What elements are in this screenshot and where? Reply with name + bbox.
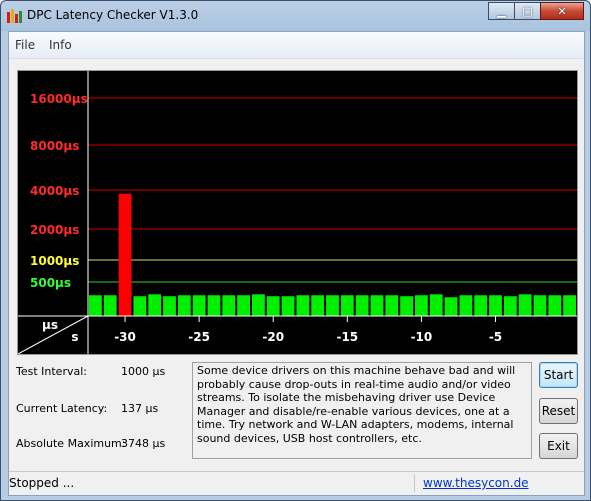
x-tick-label: -30 <box>114 330 136 344</box>
x-tick-label: -20 <box>262 330 284 344</box>
exit-button[interactable]: Exit <box>539 433 578 459</box>
menu-bar: File Info <box>9 32 584 59</box>
latency-bar <box>252 294 265 316</box>
latency-bar <box>192 295 206 316</box>
latency-bar <box>429 294 443 316</box>
latency-bar <box>370 295 384 316</box>
latency-bar <box>177 295 191 316</box>
status-divider <box>414 474 415 492</box>
latency-graph-svg: µs s 16000µs 8000µs 4000µs 2000µs 1000µs 500µ… <box>17 71 577 355</box>
y-tick-label: 8000µs <box>30 139 79 153</box>
y-tick-label: 1000µs <box>30 254 79 268</box>
reset-button[interactable]: Reset <box>539 398 578 424</box>
latency-bar <box>533 295 547 316</box>
latency-bar <box>459 295 473 316</box>
latency-bar <box>400 296 413 316</box>
status-text: Stopped ... <box>9 476 75 490</box>
latency-bar <box>281 296 295 316</box>
minimize-button[interactable]: ▁ <box>488 2 515 20</box>
x-tick-label: -15 <box>336 330 358 344</box>
x-tick-label: -10 <box>411 330 433 344</box>
status-bar: Stopped ... www.thesycon.de <box>9 471 584 495</box>
latency-bar <box>207 295 221 316</box>
latency-bar <box>503 296 517 316</box>
menu-info[interactable]: Info <box>49 38 72 52</box>
x-tick-label: -5 <box>489 330 502 344</box>
x-unit-label: s <box>71 330 78 344</box>
latency-bar <box>133 296 147 316</box>
current-latency-label: Current Latency: <box>16 402 108 415</box>
latency-bar <box>237 295 250 316</box>
maximize-icon: □ <box>522 4 533 18</box>
menu-file[interactable]: File <box>15 38 35 52</box>
info-textbox: Some device drivers on this machine beha… <box>192 362 532 459</box>
latency-bar <box>444 297 458 316</box>
latency-bar <box>474 295 488 316</box>
x-tick-label: -25 <box>188 330 210 344</box>
latency-bar <box>563 295 576 316</box>
latency-bar <box>489 295 502 316</box>
title-bar[interactable]: DPC Latency Checker V1.3.0 ▁ □ ✕ <box>1 1 590 31</box>
app-window: DPC Latency Checker V1.3.0 ▁ □ ✕ File In… <box>0 0 591 501</box>
minimize-icon: ▁ <box>497 4 506 18</box>
latency-bar <box>148 294 162 316</box>
latency-bar <box>103 295 117 316</box>
latency-bar <box>326 295 339 316</box>
start-button[interactable]: Start <box>539 362 578 388</box>
latency-bar <box>222 295 236 316</box>
y-tick-label: 500µs <box>30 276 71 290</box>
current-latency-value: 137 µs <box>121 402 159 415</box>
y-tick-label: 2000µs <box>30 223 79 237</box>
app-bars-icon <box>6 8 22 24</box>
close-icon: ✕ <box>557 4 567 18</box>
y-tick-label: 16000µs <box>30 92 88 106</box>
test-interval-value: 1000 µs <box>121 365 166 378</box>
window-title: DPC Latency Checker V1.3.0 <box>27 8 199 22</box>
latency-bar <box>266 296 280 316</box>
close-button[interactable]: ✕ <box>540 2 584 20</box>
latency-bar <box>163 296 176 316</box>
y-unit-label: µs <box>42 318 58 332</box>
latency-bar <box>548 295 562 316</box>
latency-bar <box>340 295 354 316</box>
latency-bar <box>118 193 132 316</box>
latency-bar <box>518 294 532 316</box>
latency-bar <box>415 295 428 316</box>
latency-bar <box>296 295 310 316</box>
test-interval-label: Test Interval: <box>16 365 87 378</box>
latency-bar <box>385 295 399 316</box>
y-tick-label: 4000µs <box>30 184 79 198</box>
absolute-maximum-value: 3748 µs <box>121 437 166 450</box>
latency-graph: µs s 16000µs 8000µs 4000µs 2000µs 1000µs 500µ… <box>17 71 577 355</box>
latency-bar <box>355 295 369 316</box>
caption-buttons: ▁ □ ✕ <box>488 2 584 21</box>
client-area: File Info µs s 16000µs 8000µs 4000µs 2000µs… <box>8 31 585 496</box>
maximize-button[interactable]: □ <box>514 2 541 20</box>
latency-bar <box>89 295 102 316</box>
absolute-maximum-label: Absolute Maximum: <box>16 437 126 450</box>
latency-bar <box>311 295 325 316</box>
website-link[interactable]: www.thesycon.de <box>423 476 529 490</box>
